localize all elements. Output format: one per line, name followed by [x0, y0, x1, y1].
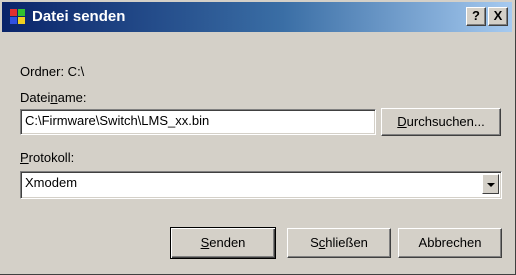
help-button[interactable]: ?	[466, 7, 486, 26]
close-icon: X	[493, 8, 503, 23]
close-window-button[interactable]: X	[488, 7, 508, 26]
browse-button[interactable]: Durchsuchen...	[381, 108, 501, 136]
protocol-dropdown-button[interactable]	[482, 174, 499, 194]
close-button[interactable]: Schließen	[287, 228, 391, 258]
protocol-label: Protokoll:	[20, 150, 75, 165]
help-icon: ?	[472, 8, 480, 23]
filename-label: Dateiname:	[20, 90, 87, 105]
send-file-dialog: Datei senden ? X Ordner: C:\ Dateiname: …	[0, 0, 516, 275]
app-icon	[10, 9, 25, 24]
folder-label: Ordner: C:\	[20, 64, 85, 79]
protocol-select[interactable]: Xmodem	[20, 171, 502, 199]
title-bar[interactable]: Datei senden ? X	[2, 2, 512, 32]
chevron-down-icon	[487, 183, 495, 187]
protocol-selected-value: Xmodem	[25, 175, 78, 190]
cancel-button[interactable]: Abbrechen	[398, 228, 502, 258]
filename-input[interactable]: C:\Firmware\Switch\LMS_xx.bin	[20, 109, 376, 135]
send-button[interactable]: Senden	[170, 227, 276, 259]
window-title: Datei senden	[32, 8, 126, 25]
